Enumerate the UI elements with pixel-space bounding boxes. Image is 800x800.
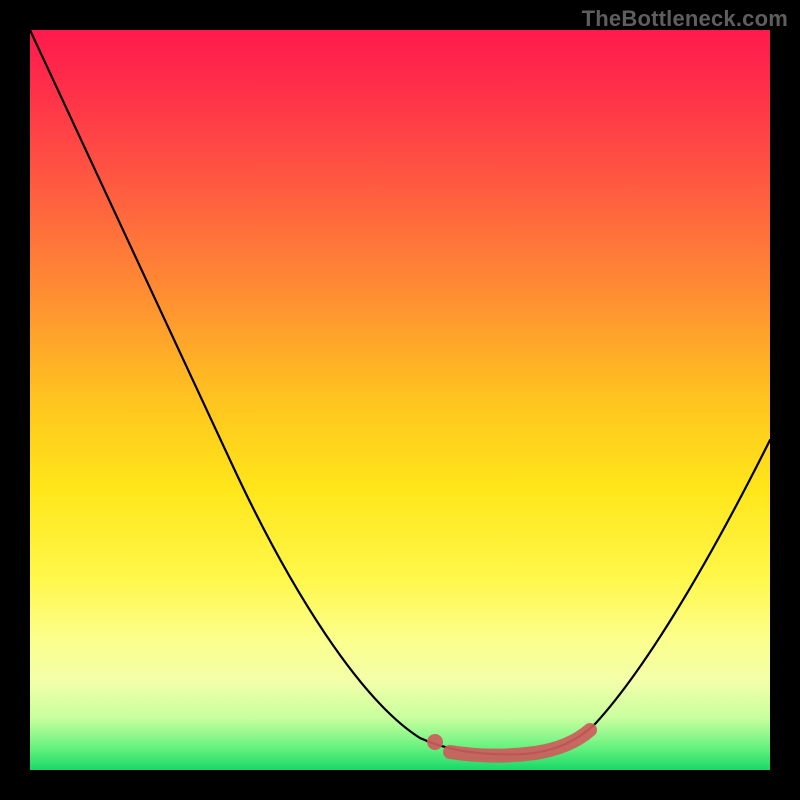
- highlight-segment: [450, 730, 590, 756]
- watermark-text: TheBottleneck.com: [582, 6, 788, 32]
- bottleneck-curve: [30, 30, 770, 754]
- plot-area: [30, 30, 770, 770]
- highlight-start-dot: [427, 734, 443, 750]
- curve-svg: [30, 30, 770, 770]
- chart-frame: TheBottleneck.com: [0, 0, 800, 800]
